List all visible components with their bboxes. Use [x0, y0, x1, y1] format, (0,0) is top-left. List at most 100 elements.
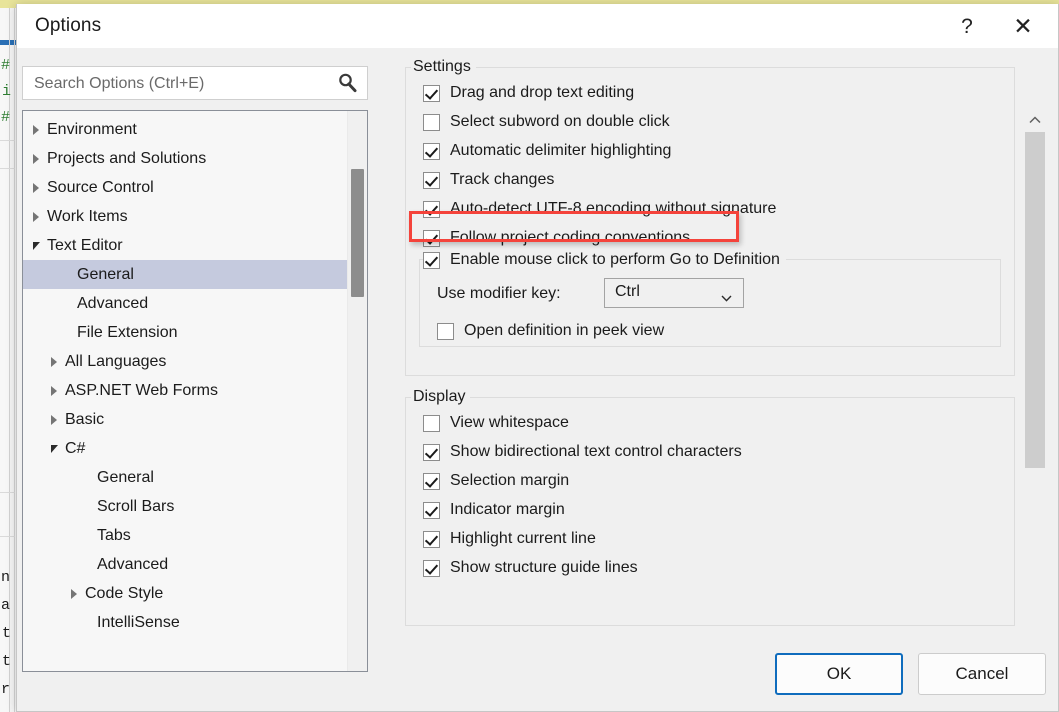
setting-checkbox-track-changes[interactable]: Track changes: [423, 167, 554, 193]
settings-pane-scrollbar[interactable]: [1023, 104, 1047, 672]
setting-checkbox-drag-and-drop-text-editing[interactable]: Drag and drop text editing: [423, 80, 634, 106]
settings-pane-scrollbar-thumb[interactable]: [1025, 132, 1045, 468]
tree-item-general[interactable]: General: [23, 463, 348, 492]
tree-item-all-languages[interactable]: All Languages: [23, 347, 348, 376]
modifier-key-value: Ctrl: [615, 283, 640, 301]
tree-item-projects-and-solutions[interactable]: Projects and Solutions: [23, 144, 348, 173]
checkbox-indicator[interactable]: [423, 143, 440, 160]
go-to-definition-groupbox: Enable mouse click to perform Go to Defi…: [419, 250, 1001, 347]
checkbox-indicator[interactable]: [423, 201, 440, 218]
checkbox-indicator[interactable]: [423, 172, 440, 189]
collapse-arrow-icon[interactable]: [29, 202, 43, 231]
expand-arrow-icon[interactable]: [29, 231, 43, 260]
display-checkbox-view-whitespace[interactable]: View whitespace: [423, 410, 569, 436]
display-checkbox-selection-margin[interactable]: Selection margin: [423, 468, 569, 494]
triangle-icon: [33, 242, 40, 250]
cancel-button[interactable]: Cancel: [918, 653, 1046, 695]
expand-arrow-icon[interactable]: [47, 434, 61, 463]
checkbox-label: View whitespace: [450, 414, 569, 432]
triangle-icon: [71, 589, 77, 599]
setting-checkbox-automatic-delimiter-highlighting[interactable]: Automatic delimiter highlighting: [423, 138, 671, 164]
triangle-icon: [33, 183, 39, 193]
editor-fold-line: [0, 492, 15, 493]
setting-checkbox-select-subword-on-double-click[interactable]: Select subword on double click: [423, 109, 670, 135]
tree-item-intellisense[interactable]: IntelliSense: [23, 608, 348, 637]
enable-go-to-definition-checkbox[interactable]: Enable mouse click to perform Go to Defi…: [423, 250, 786, 270]
checkbox-indicator[interactable]: [423, 85, 440, 102]
display-checkbox-show-structure-guide-lines[interactable]: Show structure guide lines: [423, 555, 638, 581]
checkbox-label: Follow project coding conventions: [450, 229, 690, 247]
dialog-body: EnvironmentProjects and SolutionsSource …: [17, 48, 1058, 711]
scroll-up-button[interactable]: [1023, 104, 1047, 126]
setting-checkbox-auto-detect-utf-8-encoding-without-signature[interactable]: Auto-detect UTF-8 encoding without signa…: [423, 196, 776, 222]
tree-item-advanced[interactable]: Advanced: [23, 289, 348, 318]
tree-item-label: Advanced: [77, 289, 148, 318]
ok-button[interactable]: OK: [775, 653, 903, 695]
checkbox-indicator[interactable]: [423, 252, 440, 269]
collapse-arrow-icon[interactable]: [47, 376, 61, 405]
code-character: t: [2, 654, 11, 669]
tree-item-code-style[interactable]: Code Style: [23, 579, 348, 608]
search-input[interactable]: [32, 67, 336, 101]
help-button[interactable]: ?: [944, 4, 990, 48]
code-character: r: [1, 682, 10, 697]
tree-item-text-editor[interactable]: Text Editor: [23, 231, 348, 260]
code-character: i: [2, 84, 11, 99]
checkbox-indicator[interactable]: [423, 473, 440, 490]
checkbox-indicator[interactable]: [423, 444, 440, 461]
search-box[interactable]: [22, 66, 368, 100]
tree-item-label: General: [77, 260, 134, 289]
options-tree-panel[interactable]: EnvironmentProjects and SolutionsSource …: [22, 110, 368, 672]
tree-item-label: Code Style: [85, 579, 163, 608]
checkbox-label: Show structure guide lines: [450, 559, 638, 577]
tree-item-label: All Languages: [65, 347, 166, 376]
collapse-arrow-icon[interactable]: [29, 115, 43, 144]
tree-item-c#[interactable]: C#: [23, 434, 348, 463]
tree-item-source-control[interactable]: Source Control: [23, 173, 348, 202]
enable-go-to-definition-label: Enable mouse click to perform Go to Defi…: [450, 251, 780, 269]
use-modifier-key-label: Use modifier key:: [437, 285, 561, 303]
checkbox-indicator[interactable]: [423, 114, 440, 131]
tree-item-basic[interactable]: Basic: [23, 405, 348, 434]
tree-item-environment[interactable]: Environment: [23, 115, 348, 144]
tree-item-label: ASP.NET Web Forms: [65, 376, 218, 405]
tree-item-tabs[interactable]: Tabs: [23, 521, 348, 550]
display-checkbox-highlight-current-line[interactable]: Highlight current line: [423, 526, 596, 552]
tree-item-general[interactable]: General: [23, 260, 348, 289]
triangle-icon: [33, 125, 39, 135]
tree-item-advanced[interactable]: Advanced: [23, 550, 348, 579]
checkbox-indicator[interactable]: [437, 323, 454, 340]
display-checkbox-show-bidirectional-text-control-characters[interactable]: Show bidirectional text control characte…: [423, 439, 742, 465]
checkbox-indicator[interactable]: [423, 502, 440, 519]
checkbox-indicator[interactable]: [423, 230, 440, 247]
close-button[interactable]: ✕: [1000, 4, 1046, 48]
code-character: a: [1, 598, 10, 613]
tree-item-asp-net-web-forms[interactable]: ASP.NET Web Forms: [23, 376, 348, 405]
tree-item-label: File Extension: [77, 318, 178, 347]
tree-item-label: Advanced: [97, 550, 168, 579]
collapse-arrow-icon[interactable]: [47, 347, 61, 376]
tree-item-label: Projects and Solutions: [47, 144, 206, 173]
tree-item-label: General: [97, 463, 154, 492]
setting-checkbox-follow-project-coding-conventions[interactable]: Follow project coding conventions: [423, 225, 690, 251]
collapse-arrow-icon[interactable]: [67, 579, 81, 608]
checkbox-indicator[interactable]: [423, 415, 440, 432]
checkbox-indicator[interactable]: [423, 560, 440, 577]
display-groupbox: Display View whitespaceShow bidirectiona…: [405, 388, 1015, 626]
checkbox-label: Drag and drop text editing: [450, 84, 634, 102]
search-icon[interactable]: [336, 72, 358, 94]
collapse-arrow-icon[interactable]: [29, 144, 43, 173]
open-definition-in-peek-view-checkbox[interactable]: Open definition in peek view: [437, 318, 664, 344]
tree-scrollbar-thumb[interactable]: [351, 169, 364, 297]
tree-item-work-items[interactable]: Work Items: [23, 202, 348, 231]
settings-groupbox-caption: Settings: [411, 58, 476, 76]
tree-scrollbar[interactable]: [347, 111, 367, 671]
checkbox-indicator[interactable]: [423, 531, 440, 548]
modifier-key-dropdown[interactable]: Ctrl: [604, 278, 744, 308]
tree-item-file-extension[interactable]: File Extension: [23, 318, 348, 347]
display-checkbox-indicator-margin[interactable]: Indicator margin: [423, 497, 565, 523]
collapse-arrow-icon[interactable]: [29, 173, 43, 202]
code-character: t: [2, 626, 11, 641]
collapse-arrow-icon[interactable]: [47, 405, 61, 434]
tree-item-scroll-bars[interactable]: Scroll Bars: [23, 492, 348, 521]
